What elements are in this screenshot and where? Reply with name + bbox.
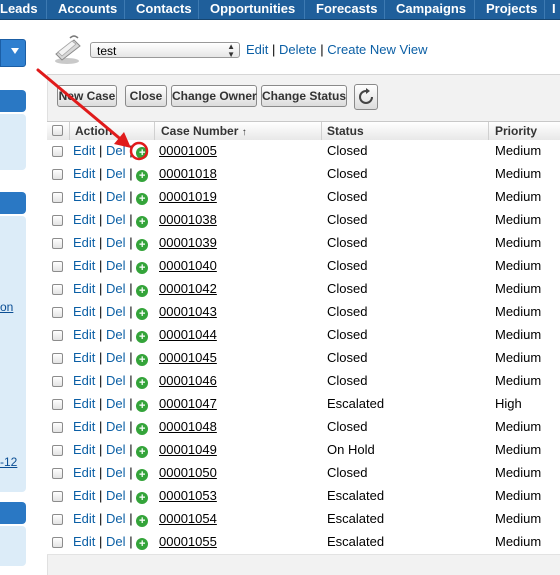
annotation-arrow (36, 68, 149, 161)
